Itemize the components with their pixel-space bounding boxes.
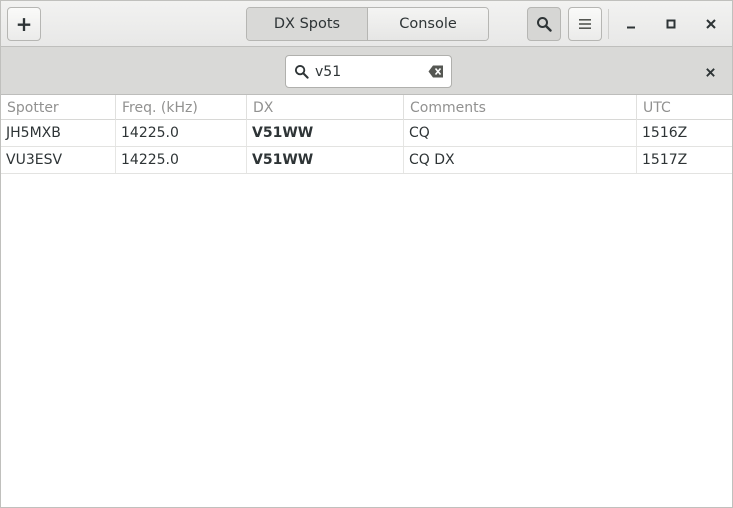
menu-icon (579, 19, 591, 29)
add-button[interactable]: + (7, 7, 41, 41)
search-icon (537, 17, 552, 32)
table-header: Spotter Freq. (kHz) DX Comments UTC (1, 95, 732, 120)
search-icon (294, 64, 309, 79)
cell-dx: V51WW (247, 120, 404, 146)
column-header-utc[interactable]: UTC (637, 95, 732, 120)
close-icon (706, 19, 716, 29)
column-header-freq[interactable]: Freq. (kHz) (116, 95, 247, 120)
search-input[interactable] (315, 61, 415, 83)
cell-comments: CQ DX (404, 147, 637, 173)
table-row[interactable]: VU3ESV 14225.0 V51WW CQ DX 1517Z (1, 147, 732, 174)
cell-dx: V51WW (247, 147, 404, 173)
dx-spots-table: Spotter Freq. (kHz) DX Comments UTC JH5M… (1, 95, 732, 174)
column-header-comments[interactable]: Comments (404, 95, 637, 120)
header-bar: + DX Spots Console (1, 1, 732, 47)
cell-spotter: VU3ESV (1, 147, 116, 173)
add-icon: + (15, 12, 33, 36)
column-header-spotter[interactable]: Spotter (1, 95, 116, 120)
cell-freq: 14225.0 (116, 147, 247, 173)
close-window-button[interactable] (696, 9, 726, 39)
column-header-dx[interactable]: DX (247, 95, 404, 120)
minimize-button[interactable] (616, 9, 646, 39)
clear-icon[interactable] (428, 65, 444, 78)
tab-dx-spots[interactable]: DX Spots (247, 8, 368, 40)
table-row[interactable]: JH5MXB 14225.0 V51WW CQ 1516Z (1, 120, 732, 147)
header-separator (608, 9, 609, 39)
view-switcher: DX Spots Console (246, 7, 489, 41)
maximize-button[interactable] (656, 9, 686, 39)
search-entry[interactable] (285, 55, 452, 88)
maximize-icon (666, 19, 676, 29)
close-search-button[interactable] (701, 63, 719, 81)
cell-freq: 14225.0 (116, 120, 247, 146)
app-window: + DX Spots Console v51 Spotter Freq. (kH… (0, 0, 733, 508)
minimize-icon (627, 26, 635, 29)
cell-utc: 1517Z (642, 152, 688, 168)
tab-console[interactable]: Console (368, 8, 488, 40)
cell-utc: 1516Z (642, 125, 688, 141)
cell-spotter: JH5MXB (1, 120, 116, 146)
search-toggle-button[interactable] (527, 7, 561, 41)
cell-comments: CQ (404, 120, 637, 146)
menu-button[interactable] (568, 7, 602, 41)
search-bar (1, 47, 732, 95)
close-icon (705, 67, 715, 77)
